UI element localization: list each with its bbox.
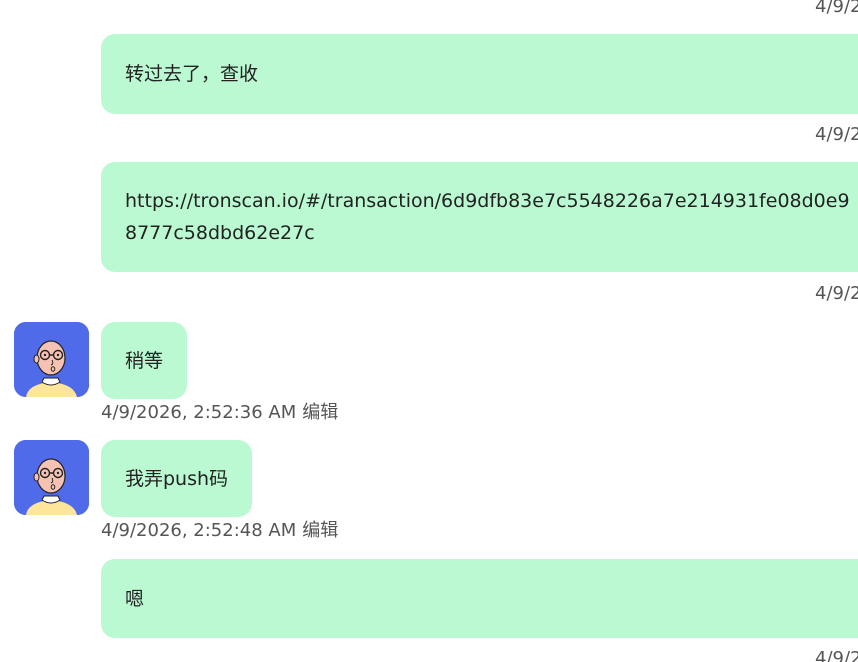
message-bubble-outgoing: 转过去了，查收 (101, 34, 858, 114)
message-timestamp: 4/9/2 (815, 283, 858, 304)
message-text: 我弄push码 (125, 467, 229, 490)
edit-button[interactable]: 编辑 (302, 402, 338, 423)
message-text: 稍等 (125, 349, 164, 372)
message-timestamp: 4/9/2 (815, 124, 858, 145)
message-bubble-outgoing[interactable]: https://tronscan.io/#/transaction/6d9dfb… (101, 162, 858, 272)
message-timestamp: 4/9/2 (815, 0, 858, 17)
message-bubble-outgoing: 嗯 (101, 559, 858, 638)
chat-thread: 4/9/2 转过去了，查收 4/9/2 https://tronscan.io/… (0, 0, 858, 662)
message-meta: 4/9/2026, 2:52:48 AM 编辑 (101, 520, 338, 542)
avatar-illustration-icon (14, 440, 89, 515)
message-timestamp: 4/9/2026, 2:52:36 AM (101, 402, 297, 423)
message-meta: 4/9/2026, 2:52:36 AM 编辑 (101, 402, 338, 424)
user-avatar[interactable] (14, 440, 89, 515)
user-avatar[interactable] (14, 322, 89, 397)
avatar-illustration-icon (14, 322, 89, 397)
message-text: 转过去了，查收 (125, 63, 259, 85)
edit-button[interactable]: 编辑 (302, 520, 338, 541)
message-bubble-incoming: 我弄push码 (101, 440, 253, 517)
message-timestamp: 4/9/2026, 2:52:48 AM (101, 520, 297, 541)
message-link-text[interactable]: https://tronscan.io/#/transaction/6d9dfb… (125, 185, 857, 249)
message-timestamp: 4/9/2 (815, 648, 858, 662)
message-bubble-incoming: 稍等 (101, 322, 188, 399)
message-text: 嗯 (125, 587, 145, 610)
